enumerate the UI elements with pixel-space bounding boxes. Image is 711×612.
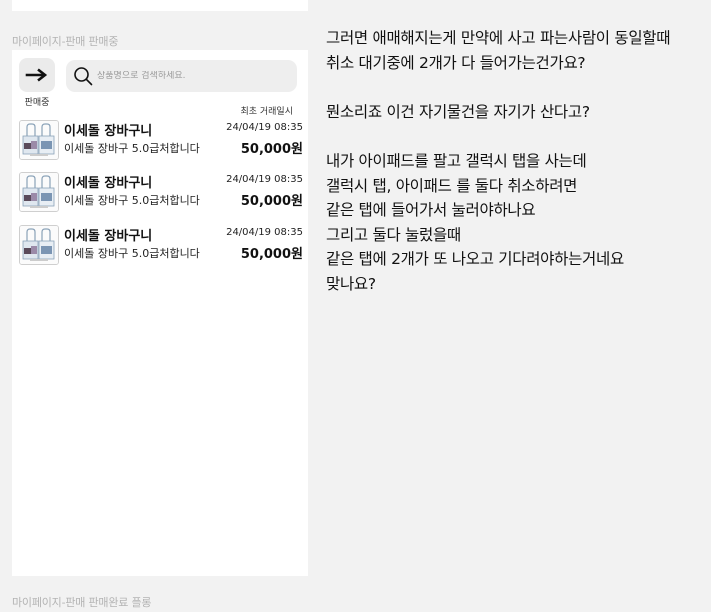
item-title: 이세돌 장바구니 — [64, 124, 153, 139]
message-line: 그리고 둘다 눌렀을때 — [326, 225, 461, 244]
item-subtitle: 이세돌 장바구 5.0급처합니다 — [64, 247, 200, 260]
item-title: 이세돌 장바구니 — [64, 176, 153, 191]
item-price: 50,000원 — [240, 194, 303, 209]
search-bar[interactable] — [66, 60, 297, 92]
message-text: 그러면 애매해지는게 만약에 사고 파는사람이 동일할때 취소 대기중에 2개가… — [326, 26, 706, 297]
search-input[interactable] — [97, 71, 287, 81]
list-item[interactable]: 이세돌 장바구니 이세돌 장바구 5.0급처합니다 24/04/19 08:35… — [12, 223, 308, 267]
item-price: 50,000원 — [240, 142, 303, 157]
item-subtitle: 이세돌 장바구 5.0급처합니다 — [64, 194, 200, 207]
list-item[interactable]: 이세돌 장바구니 이세돌 장바구 5.0급처합니다 24/04/19 08:35… — [12, 170, 308, 214]
list-item[interactable]: 이세돌 장바구니 이세돌 장바구 5.0급처합니다 24/04/19 08:35… — [12, 118, 308, 162]
item-date: 24/04/19 08:35 — [226, 174, 303, 185]
item-title: 이세돌 장바구니 — [64, 229, 153, 244]
item-date: 24/04/19 08:35 — [226, 122, 303, 133]
arrow-button[interactable] — [19, 58, 55, 92]
message-line: 갤럭시 탭, 아이패드 를 둘다 취소하려면 — [326, 176, 578, 195]
product-thumbnail — [19, 172, 59, 212]
item-date: 24/04/19 08:35 — [226, 227, 303, 238]
message-line: 뭔소리죠 이건 자기물건을 자기가 산다고? — [326, 102, 590, 121]
selling-panel: 판매중 최초 거래일시 — [12, 50, 308, 576]
search-icon — [73, 66, 93, 86]
item-price: 50,000원 — [240, 247, 303, 262]
message-line — [326, 75, 706, 100]
message-line: 같은 탭에 들어가서 눌러야하나요 — [326, 201, 536, 220]
arrow-right-icon — [25, 68, 48, 82]
message-line: 맞나요? — [326, 274, 376, 293]
section-label-completed: 마이페이지-판매 판매완료 플롱 — [12, 596, 152, 609]
message-line: 내가 아이패드를 팔고 갤럭시 탭을 사는데 — [326, 151, 587, 170]
date-column-header: 최초 거래일시 — [240, 107, 293, 117]
item-subtitle: 이세돌 장바구 5.0급처합니다 — [64, 142, 200, 155]
message-line — [326, 124, 706, 149]
message-line: 같은 탭에 2개가 또 나오고 기다려야하는거네요 — [326, 250, 624, 269]
message-line: 취소 대기중에 2개가 다 들어가는건가요? — [326, 53, 586, 72]
product-thumbnail — [19, 225, 59, 265]
product-thumbnail — [19, 120, 59, 160]
message-line: 그러면 애매해지는게 만약에 사고 파는사람이 동일할때 — [326, 29, 671, 47]
section-label-selling: 마이페이지-판매 판매중 — [12, 35, 119, 48]
previous-panel-edge — [12, 0, 308, 11]
tab-selling-label: 판매중 — [24, 98, 50, 108]
